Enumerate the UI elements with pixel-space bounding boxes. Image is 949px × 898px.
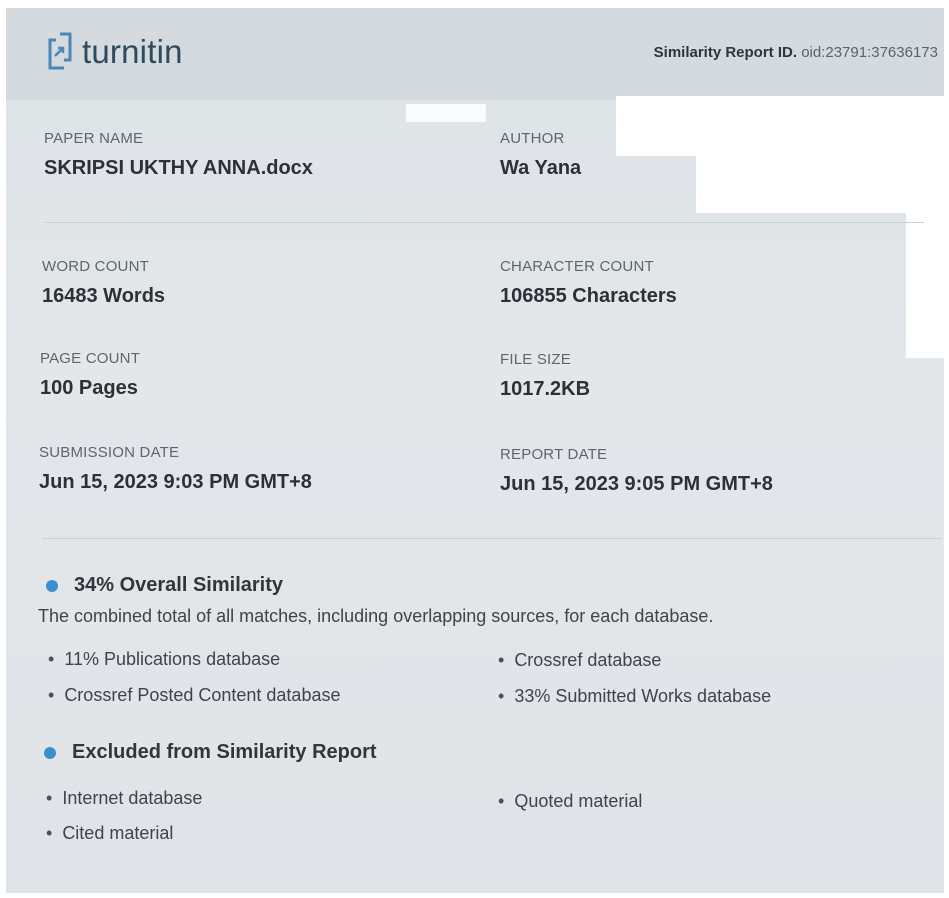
overall-similarity-title: 34% Overall Similarity <box>74 574 284 596</box>
word-count-value: 16483 Words <box>42 285 166 307</box>
paper-name-field: PAPER NAME SKRIPSI UKTHY ANNA.docx <box>44 130 313 180</box>
file-size-value: 1017.2KB <box>500 378 591 400</box>
excluded-item: Cited material <box>46 823 173 844</box>
page-count-label: PAGE COUNT <box>40 350 141 367</box>
redaction-patch <box>696 153 944 213</box>
report-id-label: Similarity Report ID. <box>653 44 798 61</box>
redaction-patch <box>616 96 944 156</box>
word-count-label: WORD COUNT <box>42 258 149 275</box>
author-value: Wa Yana <box>500 157 582 179</box>
file-size-field: FILE SIZE 1017.2KB <box>500 351 590 401</box>
word-count-field: WORD COUNT 16483 Words <box>42 258 165 308</box>
submission-date-value: Jun 15, 2023 9:03 PM GMT+8 <box>39 471 312 493</box>
file-size-label: FILE SIZE <box>500 351 571 368</box>
similarity-source-item: 11% Publications database <box>48 649 280 670</box>
paper-name-value: SKRIPSI UKTHY ANNA.docx <box>44 157 313 179</box>
similarity-source-item: 33% Submitted Works database <box>498 686 771 707</box>
report-id-value: oid:23791:37636173 <box>801 44 938 61</box>
similarity-report-id: Similarity Report ID. oid:23791:37636173 <box>654 44 938 61</box>
character-count-label: CHARACTER COUNT <box>500 258 654 275</box>
brand-name: turnitin <box>82 33 183 70</box>
author-field: AUTHOR Wa Yana <box>500 130 581 180</box>
page-count-value: 100 Pages <box>40 377 138 399</box>
turnitin-logo-icon <box>48 32 72 70</box>
character-count-field: CHARACTER COUNT 106855 Characters <box>500 258 677 308</box>
similarity-source-item: Crossref Posted Content database <box>48 685 340 706</box>
turnitin-logo: turnitin <box>46 30 183 74</box>
report-date-value: Jun 15, 2023 9:05 PM GMT+8 <box>500 473 773 495</box>
similarity-description: The combined total of all matches, inclu… <box>38 606 714 626</box>
report-sheet: turnitin Similarity Report ID. oid:23791… <box>6 8 944 893</box>
excluded-dot-icon <box>44 746 56 759</box>
similarity-dot-icon <box>46 579 58 592</box>
page-count-field: PAGE COUNT 100 Pages <box>40 350 140 400</box>
submission-date-field: SUBMISSION DATE Jun 15, 2023 9:03 PM GMT… <box>39 444 312 494</box>
excluded-title: Excluded from Similarity Report <box>72 741 377 763</box>
excluded-item: Quoted material <box>498 791 642 812</box>
redaction-patch <box>406 104 486 122</box>
overall-similarity-heading: 34% Overall Similarity <box>46 574 283 597</box>
report-header: turnitin Similarity Report ID. oid:23791… <box>6 8 944 100</box>
redaction-patch <box>906 208 944 358</box>
report-date-field: REPORT DATE Jun 15, 2023 9:05 PM GMT+8 <box>500 446 773 496</box>
similarity-source-item: Crossref database <box>498 650 661 671</box>
excluded-item: Internet database <box>46 788 202 809</box>
summary-divider <box>42 538 942 539</box>
report-date-label: REPORT DATE <box>500 446 608 463</box>
details-divider <box>44 222 924 223</box>
character-count-value: 106855 Characters <box>500 285 677 307</box>
author-label: AUTHOR <box>500 130 565 147</box>
submission-date-label: SUBMISSION DATE <box>39 444 180 461</box>
excluded-heading: Excluded from Similarity Report <box>44 741 377 764</box>
paper-name-label: PAPER NAME <box>44 130 144 147</box>
